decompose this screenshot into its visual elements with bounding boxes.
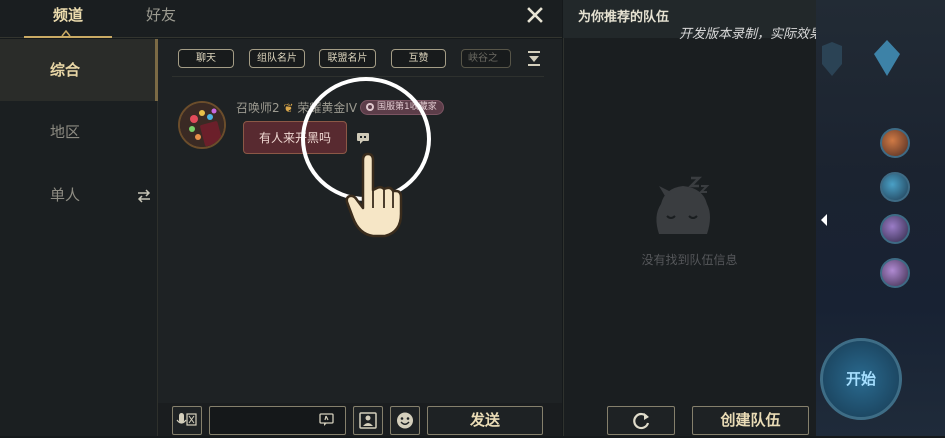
image-icon [359, 412, 377, 429]
close-icon[interactable] [524, 4, 546, 26]
sleeping-poro-icon [656, 176, 710, 234]
tab-caret-icon [61, 30, 71, 37]
emoji-icon [397, 412, 413, 429]
rank-emblem-icon [822, 42, 842, 76]
sidebar-item-general[interactable]: 综合 [0, 39, 157, 101]
sidebar-item-region[interactable]: 地区 [0, 101, 157, 163]
swap-icon[interactable] [136, 188, 152, 204]
chevron-down-icon[interactable] [527, 50, 541, 67]
refresh-button[interactable] [607, 406, 675, 435]
sender-name: 召唤师2 [236, 101, 280, 115]
image-button[interactable] [353, 406, 383, 435]
play-button[interactable]: 开始 [820, 338, 902, 420]
champion-avatar[interactable] [880, 128, 910, 158]
voice-button[interactable] [172, 406, 202, 435]
filter-chip-chat[interactable]: 聊天 [178, 49, 234, 68]
filter-chip-canyon[interactable]: 峡谷之 [461, 49, 511, 68]
tab-friends[interactable]: 好友 [136, 0, 186, 38]
pointing-hand-icon [345, 152, 403, 238]
voice-icon [176, 413, 197, 426]
chat-input-field[interactable] [213, 409, 309, 431]
collapse-arrow-icon[interactable] [818, 210, 830, 230]
crystal-icon [874, 40, 900, 76]
filter-chip-league-card[interactable]: 联盟名片 [319, 49, 376, 68]
create-team-button[interactable]: 创建队伍 [692, 406, 809, 435]
quick-chat-icon[interactable] [319, 412, 334, 427]
filter-chip-team-card[interactable]: 组队名片 [249, 49, 305, 68]
emoji-button[interactable] [390, 406, 420, 435]
filter-chip-like[interactable]: 互赞 [391, 49, 446, 68]
champion-avatar[interactable] [880, 214, 910, 244]
send-button[interactable]: 发送 [427, 406, 543, 435]
sidebar-item-solo[interactable]: 单人 [0, 164, 157, 226]
refresh-icon [633, 412, 650, 430]
champion-avatar[interactable] [880, 258, 910, 288]
champion-avatar[interactable] [880, 172, 910, 202]
rank-icon: ❦ [283, 101, 294, 115]
empty-team-message: 没有找到队伍信息 [641, 253, 738, 267]
avatar[interactable] [178, 101, 226, 149]
